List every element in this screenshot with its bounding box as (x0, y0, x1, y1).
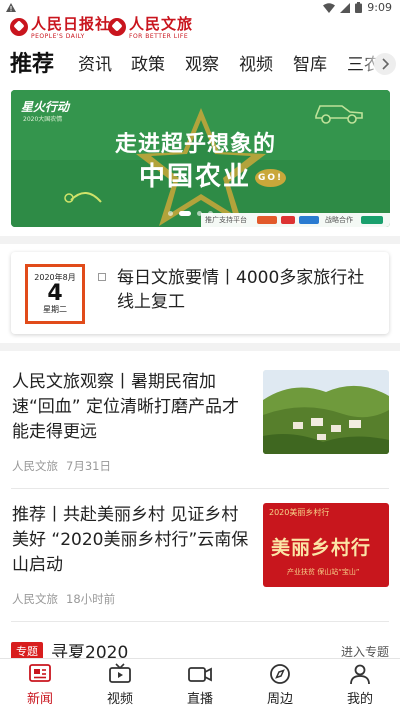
culture-travel-emblem-icon (108, 18, 126, 36)
news-source: 人民文旅 (12, 592, 58, 606)
peoples-daily-logo-en: PEOPLE'S DAILY (31, 33, 85, 40)
topic-section-header[interactable]: 专题 寻夏2020 进入专题 (11, 640, 389, 663)
pager-dot[interactable] (197, 211, 202, 216)
news-title: 推荐丨共赴美丽乡村 见证乡村美好 “2020美丽乡村行”云南保山启动 (12, 505, 249, 575)
news-meta: 人民文旅 7月31日 (12, 458, 111, 474)
thumb-top-text: 2020美丽乡村行 (269, 508, 330, 517)
sponsor-logo (281, 216, 295, 224)
tab-news[interactable]: 资讯 (78, 50, 112, 75)
bullet-square-icon (98, 273, 106, 281)
section-separator (0, 343, 400, 351)
section-separator (0, 236, 400, 244)
peoples-culture-travel-logo[interactable]: 人民文旅 FOR BETTER LIFE (108, 16, 193, 40)
sponsor-logo (257, 216, 277, 224)
peoples-daily-logo-text: 人民日报社 (31, 15, 112, 33)
news-source: 人民文旅 (12, 459, 58, 473)
category-tabs: 推荐 资讯 政策 观察 视频 智库 三农 (0, 46, 400, 80)
news-item[interactable]: 人民文旅观察丨暑期民宿加速“回血” 定位清晰打磨产品才能走得更远 人民文旅 7月3… (11, 370, 389, 475)
banner-sponsor-strip: 推广支持平台 战略合作 (201, 213, 390, 227)
nav-video[interactable]: 视频 (90, 663, 150, 707)
date-box: 2020年8月 4 星期二 (25, 264, 85, 324)
partner-label: 战略合作 (325, 216, 353, 224)
warning-icon (6, 3, 16, 12)
nav-profile[interactable]: 我的 (330, 663, 390, 707)
nav-news-label: 新闻 (26, 692, 53, 707)
tab-think-tank[interactable]: 智库 (293, 50, 327, 75)
banner-headline-1: 走进超乎想象的 (115, 132, 277, 157)
tab-observe[interactable]: 观察 (185, 50, 219, 75)
banner-go-badge: GO! (255, 168, 287, 187)
news-time: 7月31日 (66, 459, 111, 473)
banner-pager (168, 211, 213, 216)
status-time: 9:09 (367, 1, 392, 14)
thumb-title: 美丽乡村行 (271, 537, 372, 559)
tractor-icon (315, 105, 363, 124)
divider (11, 621, 389, 622)
nav-video-label: 视频 (106, 692, 133, 707)
news-thumbnail[interactable] (263, 370, 389, 454)
compass-icon (270, 664, 290, 684)
news-thumbnail[interactable]: 2020美丽乡村行 美丽乡村行 产业扶贫 保山站“宝山” (263, 503, 389, 587)
partner-logo (361, 216, 383, 224)
date-weekday: 星期二 (43, 305, 67, 314)
sponsor-logo (299, 216, 319, 224)
nav-profile-label: 我的 (346, 692, 373, 707)
news-item[interactable]: 推荐丨共赴美丽乡村 见证乡村美好 “2020美丽乡村行”云南保山启动 人民文旅 1… (11, 503, 389, 608)
sponsor-label: 推广支持平台 (205, 216, 247, 224)
signal-icon (340, 2, 351, 13)
pager-dot-active[interactable] (179, 211, 191, 216)
pager-dot[interactable] (168, 211, 173, 216)
nav-nearby[interactable]: 周边 (250, 663, 310, 707)
nav-nearby-label: 周边 (266, 692, 293, 707)
status-right: 9:09 (323, 1, 392, 14)
banner-subtag: 2020大国农情 (23, 116, 63, 123)
chevron-right-icon (382, 58, 389, 70)
wifi-icon (323, 2, 336, 13)
nav-live[interactable]: 直播 (170, 663, 230, 707)
tab-policy[interactable]: 政策 (131, 50, 165, 75)
nav-news[interactable]: 新闻 (10, 663, 70, 707)
banner-carousel[interactable]: 星火行动 2020大国农情 走进超乎想象的 中国农业 GO! 推广支持平台 战略合… (11, 90, 390, 227)
live-camera-icon (188, 667, 212, 682)
banner-tag: 星火行动 (21, 100, 70, 114)
tab-recommend[interactable]: 推荐 (10, 46, 54, 78)
bottom-navigation: 新闻 视频 直播 周边 我的 (0, 658, 400, 710)
culture-travel-logo-en: FOR BETTER LIFE (129, 33, 189, 40)
daily-title: 每日文旅要情丨4000多家旅行社线上复工 (117, 268, 365, 312)
news-icon (29, 664, 51, 682)
pager-dot[interactable] (208, 211, 213, 216)
news-time: 18小时前 (66, 592, 116, 606)
brand-header: 人民日报社 PEOPLE'S DAILY 人民文旅 FOR BETTER LIF… (0, 16, 400, 44)
thumb-subtitle: 产业扶贫 保山站“宝山” (287, 568, 360, 576)
battery-icon (355, 2, 363, 13)
peoples-daily-emblem-icon (10, 18, 28, 36)
date-day: 4 (47, 281, 63, 306)
news-meta: 人民文旅 18小时前 (12, 591, 115, 607)
peoples-daily-logo[interactable]: 人民日报社 PEOPLE'S DAILY (10, 16, 111, 40)
nav-live-label: 直播 (186, 692, 213, 707)
tab-video[interactable]: 视频 (239, 50, 273, 75)
user-icon (350, 664, 370, 685)
divider (11, 488, 389, 489)
culture-travel-logo-text: 人民文旅 (129, 15, 194, 33)
banner-headline-2: 中国农业 GO! (139, 156, 287, 193)
news-title: 人民文旅观察丨暑期民宿加速“回血” 定位清晰打磨产品才能走得更远 (12, 372, 240, 442)
daily-digest-card[interactable]: 2020年8月 4 星期二 每日文旅要情丨4000多家旅行社线上复工 (11, 252, 389, 334)
tv-icon (109, 663, 131, 683)
more-tabs-button[interactable] (374, 53, 396, 75)
